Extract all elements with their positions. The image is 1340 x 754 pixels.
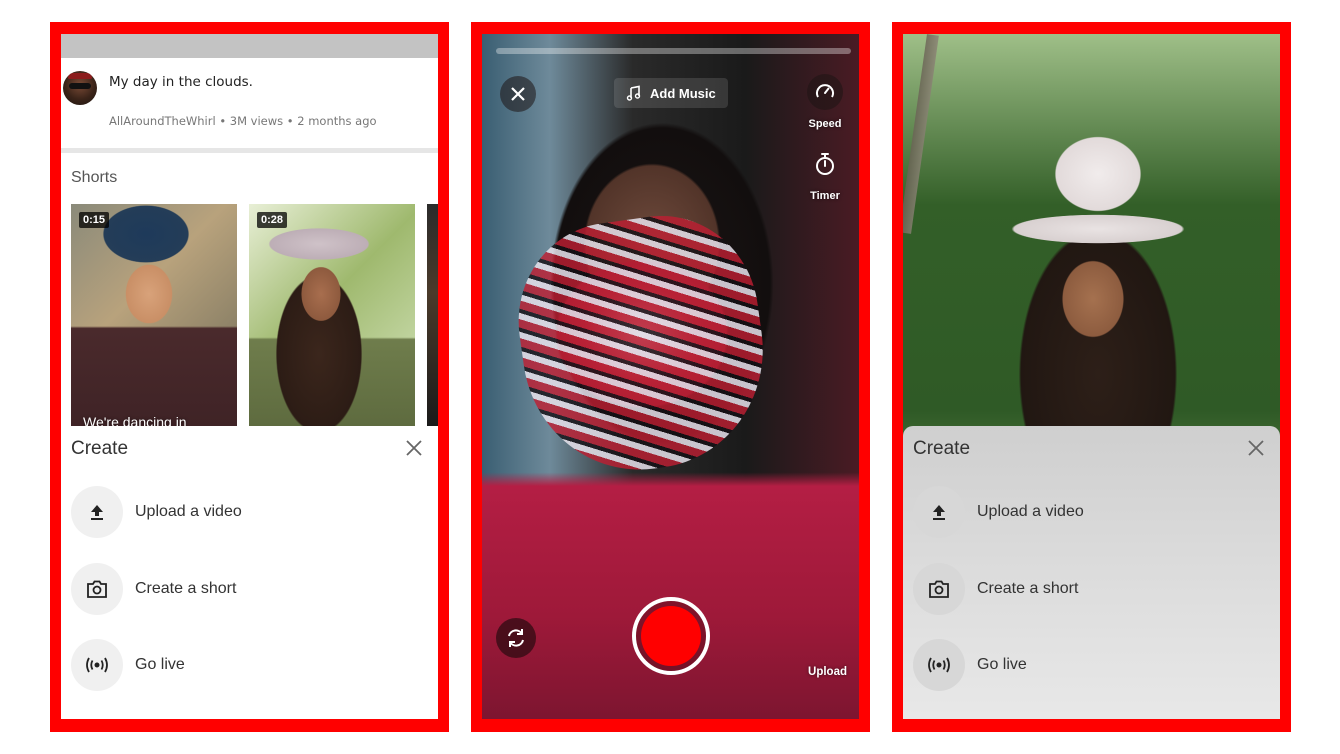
create-sheet-title: Create bbox=[913, 438, 971, 459]
record-button[interactable] bbox=[632, 597, 710, 675]
create-sheet-title: Create bbox=[71, 438, 129, 459]
status-bar bbox=[61, 34, 438, 58]
close-icon[interactable] bbox=[1244, 436, 1268, 460]
video-info-row[interactable]: My day in the clouds. AllAroundTheWhirl … bbox=[61, 58, 438, 148]
timer-button[interactable] bbox=[807, 146, 843, 182]
phone-screen-home: My day in the clouds. AllAroundTheWhirl … bbox=[61, 34, 438, 719]
create-short-label: Create a short bbox=[135, 580, 237, 597]
upload-button[interactable]: Upload bbox=[808, 666, 847, 678]
phone-frame-camera: Add Music Speed Timer Upload bbox=[471, 22, 870, 732]
go-live-label: Go live bbox=[977, 656, 1027, 673]
speed-label: Speed bbox=[808, 118, 842, 130]
create-short-label: Create a short bbox=[977, 580, 1079, 597]
upload-video-option[interactable]: Upload a video bbox=[913, 486, 1084, 538]
go-live-label: Go live bbox=[135, 656, 185, 673]
short-thumbnail[interactable]: 0:15 We're dancing in bbox=[71, 204, 237, 426]
close-icon[interactable] bbox=[402, 436, 426, 460]
duration-badge: 0:15 bbox=[79, 212, 110, 228]
create-sheet: Create Upload a video Create a short Go … bbox=[61, 426, 438, 719]
speed-button[interactable] bbox=[807, 74, 843, 110]
create-short-option[interactable]: Create a short bbox=[71, 563, 236, 615]
section-divider bbox=[61, 148, 438, 153]
add-music-label: Add Music bbox=[650, 85, 716, 101]
speedometer-icon bbox=[816, 84, 834, 98]
camera-icon bbox=[913, 563, 965, 615]
phone-screen-camera: Add Music Speed Timer Upload bbox=[482, 34, 859, 719]
timer-icon bbox=[816, 153, 834, 175]
create-sheet: Create Upload a video Create a short Go … bbox=[903, 426, 1280, 719]
phone-frame-portrait: Create Upload a video Create a short Go … bbox=[892, 22, 1291, 732]
flip-camera-button[interactable] bbox=[496, 618, 536, 658]
short-caption: We're dancing in bbox=[83, 414, 187, 426]
go-live-option[interactable]: Go live bbox=[71, 639, 185, 691]
duration-badge: 0:28 bbox=[257, 212, 288, 228]
upload-video-label: Upload a video bbox=[135, 503, 242, 520]
channel-avatar[interactable] bbox=[63, 71, 97, 105]
recording-progress-bar bbox=[496, 48, 851, 54]
upload-icon bbox=[913, 486, 965, 538]
video-meta-line: AllAroundTheWhirl • 3M views • 2 months … bbox=[109, 114, 377, 128]
close-camera-button[interactable] bbox=[500, 76, 536, 112]
flip-camera-icon bbox=[508, 629, 524, 647]
add-music-button[interactable]: Add Music bbox=[614, 78, 728, 108]
create-short-option[interactable]: Create a short bbox=[913, 563, 1078, 615]
shorts-shelf: 0:15 We're dancing in 0:28 bbox=[71, 204, 438, 426]
live-broadcast-icon bbox=[71, 639, 123, 691]
video-title[interactable]: My day in the clouds. bbox=[109, 74, 253, 90]
shorts-section-label: Shorts bbox=[71, 169, 118, 186]
record-dot-icon bbox=[641, 606, 701, 666]
camera-icon bbox=[71, 563, 123, 615]
phone-frame-home: My day in the clouds. AllAroundTheWhirl … bbox=[50, 22, 449, 732]
live-broadcast-icon bbox=[913, 639, 965, 691]
go-live-option[interactable]: Go live bbox=[913, 639, 1027, 691]
upload-icon bbox=[71, 486, 123, 538]
upload-video-option[interactable]: Upload a video bbox=[71, 486, 242, 538]
upload-video-label: Upload a video bbox=[977, 503, 1084, 520]
short-thumbnail-partial[interactable] bbox=[427, 204, 438, 426]
phone-screen-portrait: Create Upload a video Create a short Go … bbox=[903, 34, 1280, 719]
short-thumbnail[interactable]: 0:28 bbox=[249, 204, 415, 426]
close-icon bbox=[511, 87, 525, 101]
timer-label: Timer bbox=[810, 190, 840, 202]
music-note-icon bbox=[626, 85, 641, 101]
